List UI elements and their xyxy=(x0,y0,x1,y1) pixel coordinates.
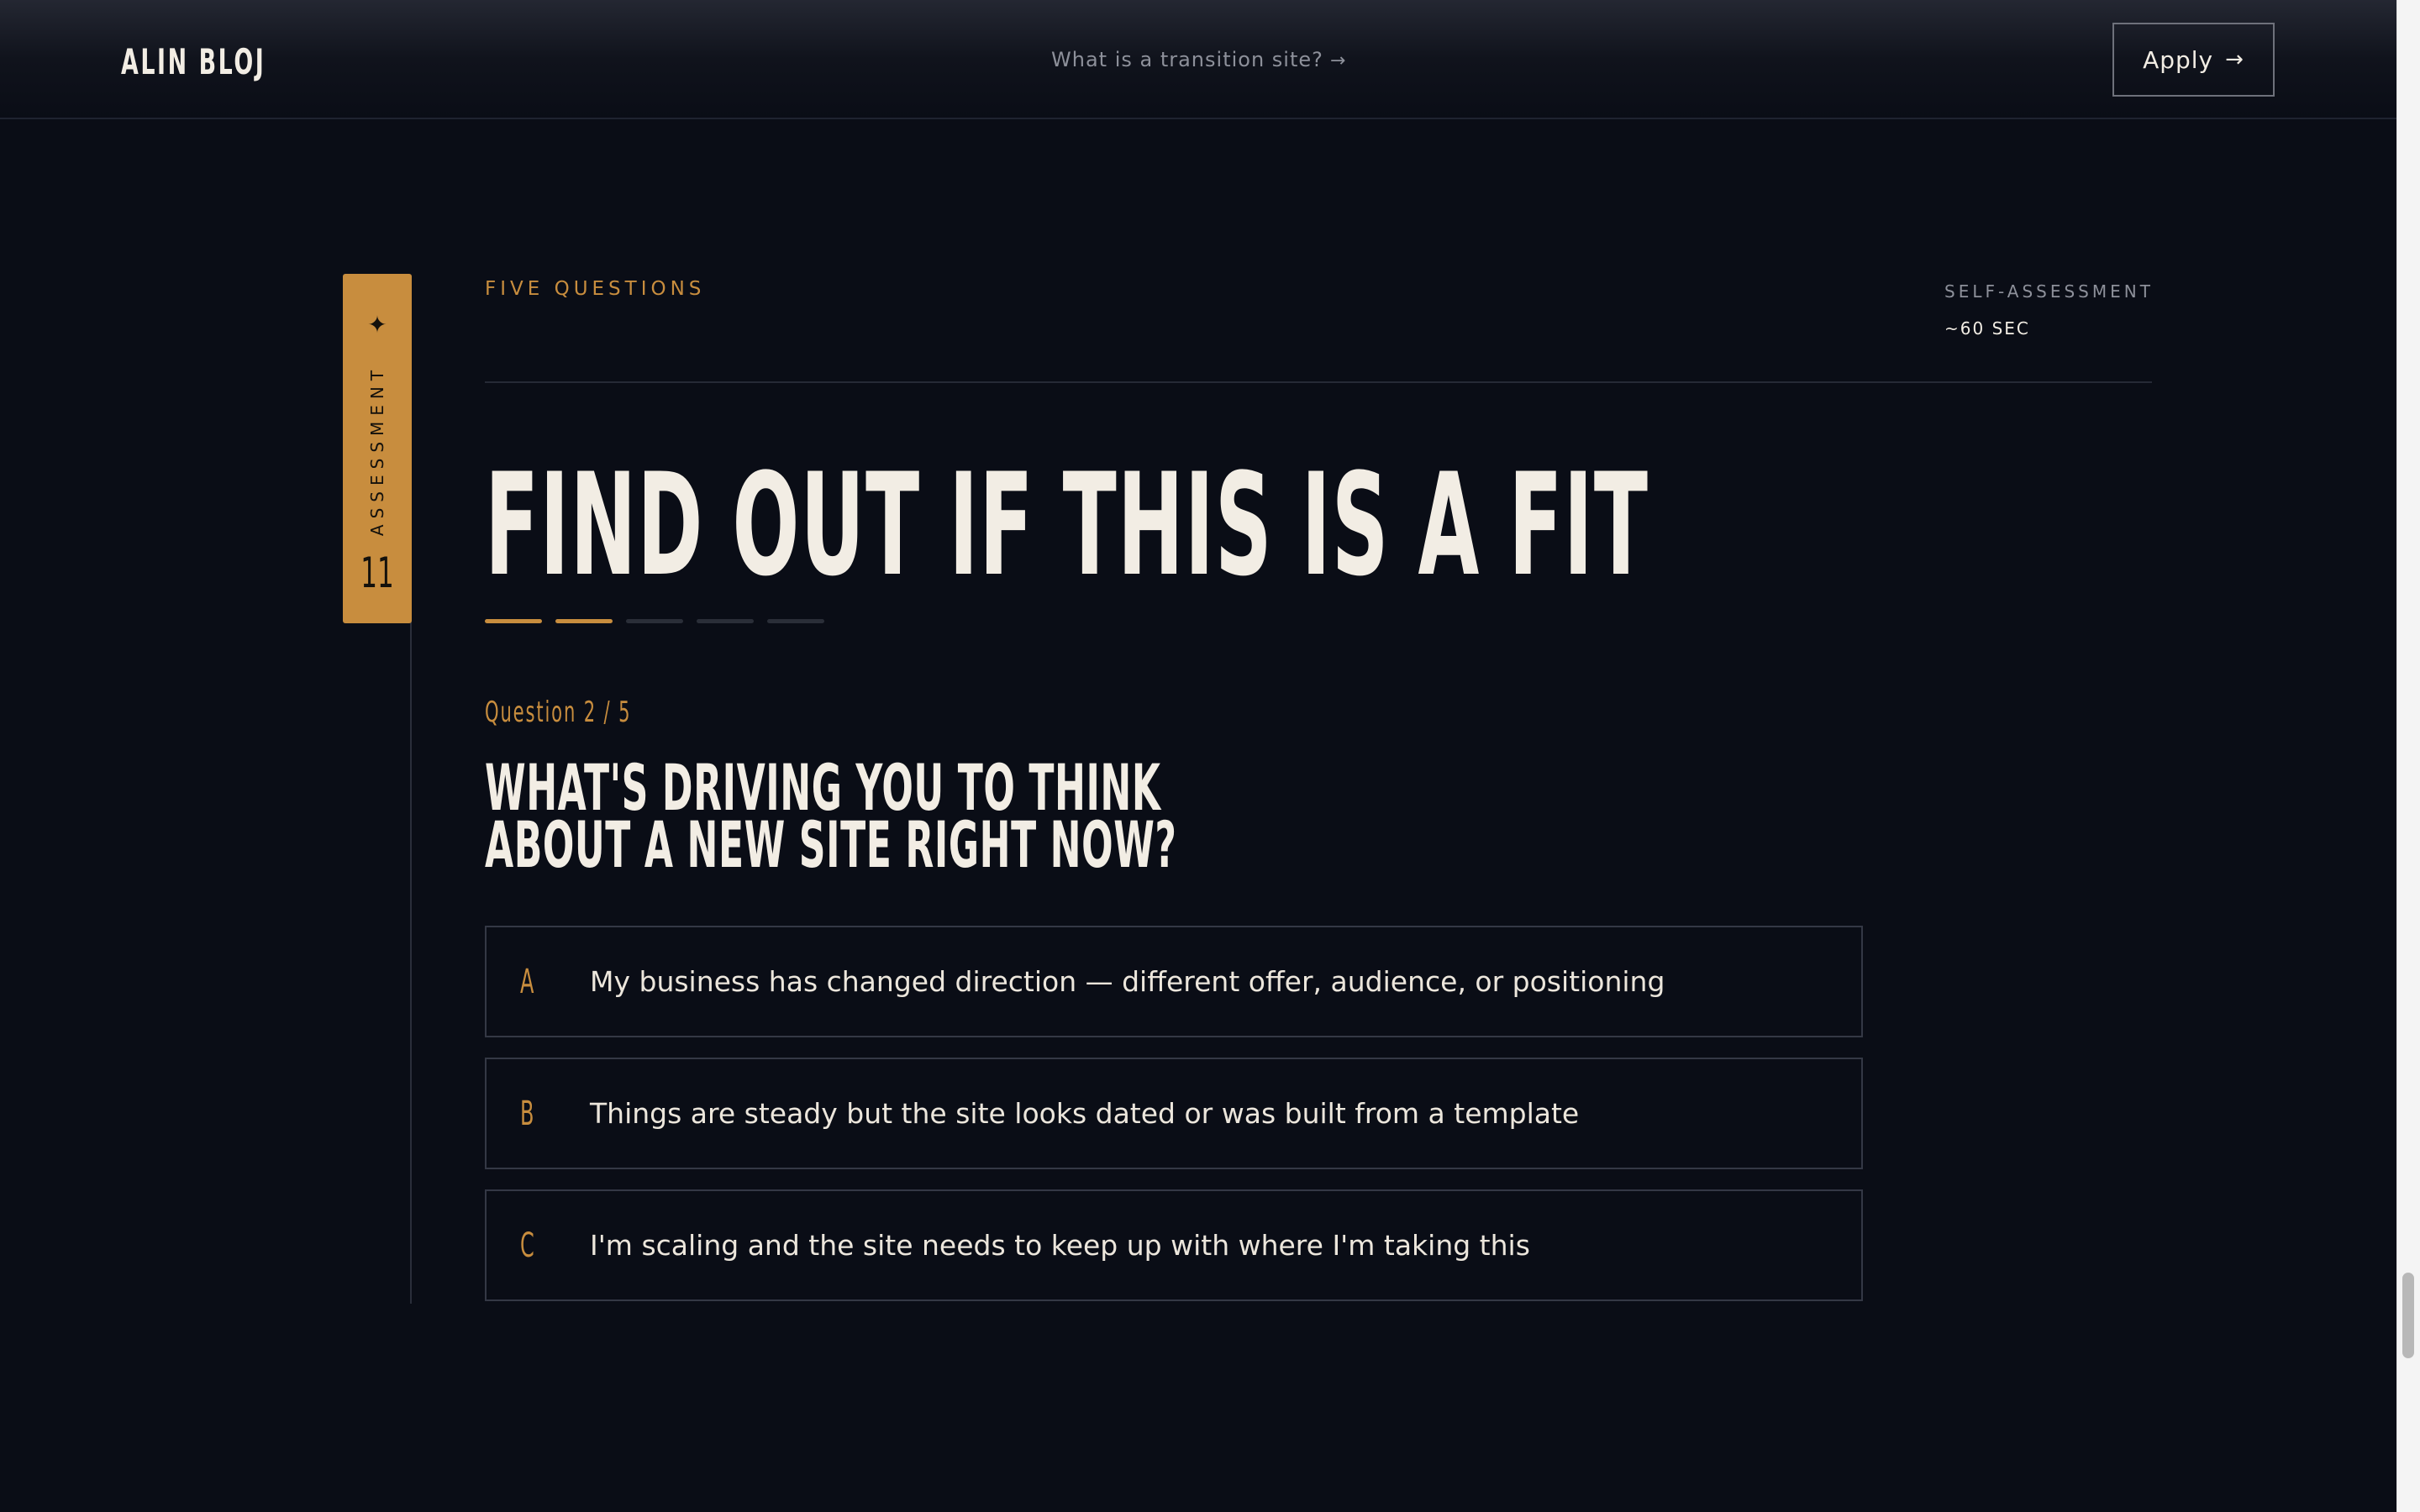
answer-option-label: Things are steady but the site looks dat… xyxy=(590,1097,1580,1130)
progress-indicator xyxy=(485,619,824,623)
assessment-tab-label: ASSESSMENT xyxy=(367,364,387,537)
answer-option-label: My business has changed direction — diff… xyxy=(590,965,1665,998)
site-header: ALIN BLOJ What is a transition site? → Ap… xyxy=(0,0,2396,119)
answer-option-letter: C xyxy=(520,1226,534,1265)
meta-info: SELF-ASSESSMENT ~60 SEC xyxy=(1944,281,2154,339)
transition-site-link-label: What is a transition site? xyxy=(1051,48,1323,71)
arrow-right-icon: → xyxy=(1329,50,1347,71)
sparkle-icon: ✦ xyxy=(367,312,387,338)
divider xyxy=(485,381,2152,383)
answer-option-letter: A xyxy=(520,963,534,1001)
answer-option-a[interactable]: A My business has changed direction — di… xyxy=(485,926,1863,1037)
page: ALIN BLOJ What is a transition site? → Ap… xyxy=(0,0,2420,1512)
answer-option-letter: B xyxy=(520,1095,534,1133)
question-text-line-2: ABOUT A NEW SITE RIGHT NOW? xyxy=(485,807,1177,882)
meta-kicker: SELF-ASSESSMENT xyxy=(1944,281,2154,302)
answer-options: A My business has changed direction — di… xyxy=(485,926,1863,1321)
apply-button[interactable]: Apply → xyxy=(2112,23,2275,97)
side-rule xyxy=(410,622,412,1304)
question-text: WHAT'S DRIVING YOU TO THINK ABOUT A NEW … xyxy=(485,756,1177,882)
answer-option-c[interactable]: C I'm scaling and the site needs to keep… xyxy=(485,1189,1863,1301)
progress-segment xyxy=(767,619,824,623)
answer-option-label: I'm scaling and the site needs to keep u… xyxy=(590,1229,1530,1262)
question-counter: Question 2 / 5 xyxy=(485,696,632,729)
progress-segment xyxy=(697,619,754,623)
progress-segment xyxy=(485,619,542,623)
meta-duration: ~60 SEC xyxy=(1944,318,2030,339)
progress-segment xyxy=(626,619,683,623)
arrow-right-icon: → xyxy=(2225,47,2244,72)
transition-site-link[interactable]: What is a transition site? → xyxy=(1051,45,1346,76)
assessment-tab: ✦ ASSESSMENT 11 xyxy=(343,274,412,623)
logo[interactable]: ALIN BLOJ xyxy=(121,39,266,86)
assessment-tab-number: 11 xyxy=(360,549,394,597)
eyebrow: FIVE QUESTIONS xyxy=(485,278,706,300)
answer-option-b[interactable]: B Things are steady but the site looks d… xyxy=(485,1058,1863,1169)
page-title: FIND OUT IF THIS IS A FIT xyxy=(485,443,1649,607)
progress-segment xyxy=(555,619,613,623)
scrollbar-thumb[interactable] xyxy=(2402,1273,2414,1358)
apply-button-label: Apply xyxy=(2143,45,2214,74)
